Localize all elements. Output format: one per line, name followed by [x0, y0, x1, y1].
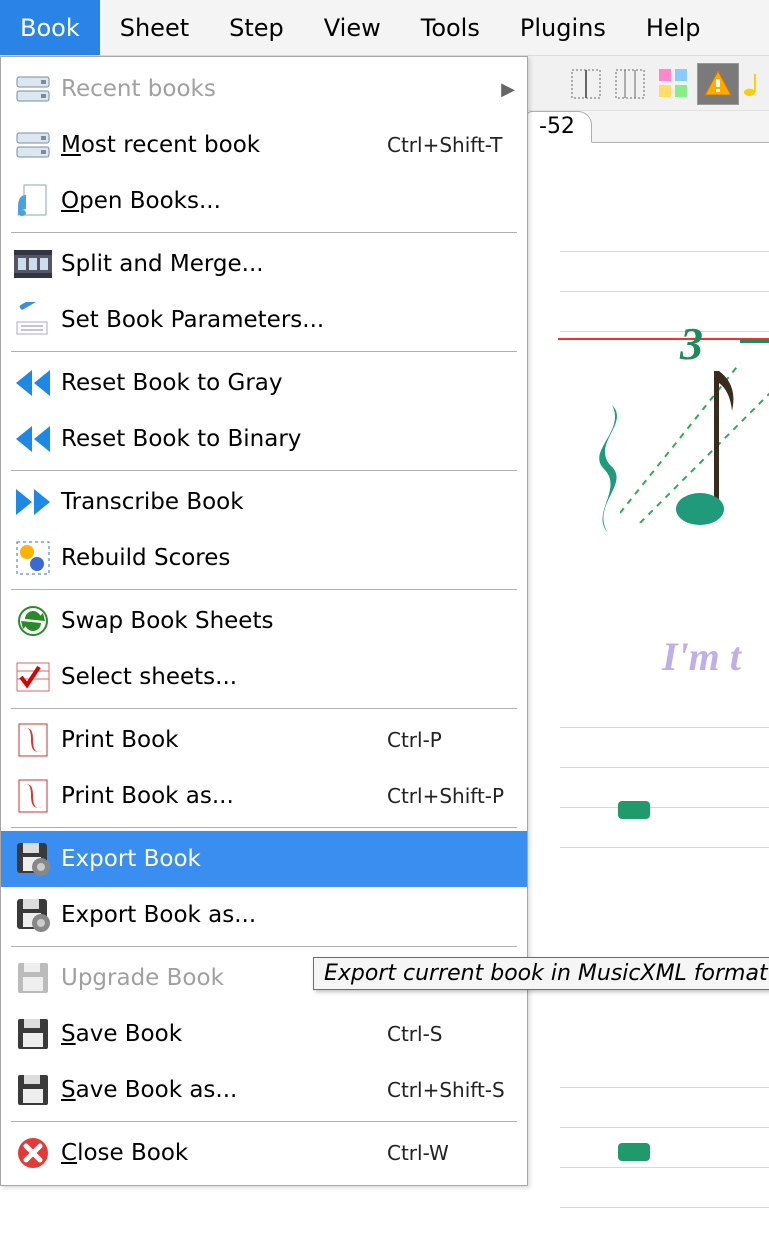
note-head: [618, 801, 650, 819]
menu-select-sheets[interactable]: Select sheets...: [1, 649, 527, 705]
drive-icon: [13, 125, 53, 165]
menu-transcribe-book[interactable]: Transcribe Book: [1, 474, 527, 530]
menu-split-merge[interactable]: Split and Merge...: [1, 236, 527, 292]
menu-recent-books[interactable]: Recent books ▶: [1, 61, 527, 117]
book-menu-dropdown: Recent books ▶ Most recent book Ctrl+Shi…: [0, 56, 528, 1186]
menu-label: Reset Book to Binary: [61, 426, 375, 452]
menu-separator: [11, 470, 517, 471]
menu-label: Export Book as...: [61, 902, 375, 928]
menu-close-book[interactable]: Close Book Ctrl-W: [1, 1125, 527, 1181]
swap-icon: [13, 601, 53, 641]
eighth-note: [670, 371, 740, 531]
floppy-icon: [13, 1070, 53, 1110]
menu-label: Select sheets...: [61, 664, 375, 690]
menubar: Book Sheet Step View Tools Plugins Help: [0, 0, 769, 56]
menu-separator: [11, 946, 517, 947]
menubar-item-tools[interactable]: Tools: [401, 0, 500, 55]
shortcut-text: Ctrl+Shift-T: [375, 133, 515, 157]
grid-icon-1[interactable]: [565, 63, 607, 105]
menubar-item-help[interactable]: Help: [626, 0, 721, 55]
menu-label: Print Book as...: [61, 783, 375, 809]
menu-label: Transcribe Book: [61, 489, 375, 515]
menu-save-book-as[interactable]: Save Book as... Ctrl+Shift-S: [1, 1062, 527, 1118]
palette-icon[interactable]: [653, 63, 695, 105]
menu-separator: [11, 827, 517, 828]
menubar-item-book[interactable]: Book: [0, 0, 100, 55]
menu-export-book[interactable]: Export Book: [1, 831, 527, 887]
floppy-icon: [13, 958, 53, 998]
warning-icon[interactable]: [697, 63, 739, 105]
menu-save-book[interactable]: Save Book Ctrl-S: [1, 1006, 527, 1062]
menu-label: Reset Book to Gray: [61, 370, 375, 396]
menubar-item-plugins[interactable]: Plugins: [500, 0, 626, 55]
menu-print-book[interactable]: Print Book Ctrl-P: [1, 712, 527, 768]
menu-separator: [11, 589, 517, 590]
menubar-item-sheet[interactable]: Sheet: [100, 0, 209, 55]
wand-icon: [13, 300, 53, 340]
menu-label: Split and Merge...: [61, 251, 375, 277]
grid-icon-2[interactable]: [609, 63, 651, 105]
music-page-icon: [13, 181, 53, 221]
fast-forward-icon: [13, 482, 53, 522]
menu-separator: [11, 1121, 517, 1122]
note-head: [618, 1143, 650, 1161]
menu-label: Print Book: [61, 727, 375, 753]
pdf-icon: [13, 720, 53, 760]
menu-label: Recent books: [61, 76, 497, 102]
shortcut-text: Ctrl-S: [375, 1022, 515, 1046]
shortcut-text: Ctrl-P: [375, 728, 515, 752]
menu-most-recent-book[interactable]: Most recent book Ctrl+Shift-T: [1, 117, 527, 173]
menu-print-book-as[interactable]: Print Book as... Ctrl+Shift-P: [1, 768, 527, 824]
menu-label: Save Book: [61, 1021, 375, 1047]
save-gear-icon: [13, 839, 53, 879]
menu-swap-sheets[interactable]: Swap Book Sheets: [1, 593, 527, 649]
rewind-icon: [13, 363, 53, 403]
rewind-icon: [13, 419, 53, 459]
menu-open-books[interactable]: Open Books...: [1, 173, 527, 229]
shortcut-text: Ctrl-W: [375, 1141, 515, 1165]
shortcut-text: Ctrl+Shift-S: [375, 1078, 515, 1102]
menubar-item-view[interactable]: View: [304, 0, 401, 55]
shortcut-text: Ctrl+Shift-P: [375, 784, 515, 808]
menubar-item-step[interactable]: Step: [209, 0, 304, 55]
rebuild-icon: [13, 538, 53, 578]
menu-separator: [11, 351, 517, 352]
pdf-icon: [13, 776, 53, 816]
tooltip: Export current book in MusicXML format: [313, 957, 769, 990]
select-sheets-icon: [13, 657, 53, 697]
menu-set-parameters[interactable]: Set Book Parameters...: [1, 292, 527, 348]
menu-label: Export Book: [61, 846, 375, 872]
menu-export-book-as[interactable]: Export Book as...: [1, 887, 527, 943]
menu-label: Save Book as...: [61, 1077, 375, 1103]
menu-separator: [11, 708, 517, 709]
menu-label: Open Books...: [61, 188, 375, 214]
menu-label: Close Book: [61, 1140, 375, 1166]
menu-rebuild-scores[interactable]: Rebuild Scores: [1, 530, 527, 586]
menu-label: Swap Book Sheets: [61, 608, 375, 634]
close-icon: [13, 1133, 53, 1173]
music-note-icon[interactable]: [741, 63, 767, 105]
tab[interactable]: -52: [526, 111, 592, 143]
floppy-icon: [13, 1014, 53, 1054]
menu-label: Rebuild Scores: [61, 545, 375, 571]
menu-reset-gray[interactable]: Reset Book to Gray: [1, 355, 527, 411]
save-gear-icon: [13, 895, 53, 935]
menu-label: Most recent book: [61, 132, 375, 158]
lyric-text: I'm t: [662, 633, 741, 680]
menu-label: Set Book Parameters...: [61, 307, 375, 333]
menu-reset-binary[interactable]: Reset Book to Binary: [1, 411, 527, 467]
drive-icon: [13, 69, 53, 109]
submenu-arrow-icon: ▶: [497, 79, 515, 100]
film-icon: [13, 244, 53, 284]
menu-separator: [11, 232, 517, 233]
